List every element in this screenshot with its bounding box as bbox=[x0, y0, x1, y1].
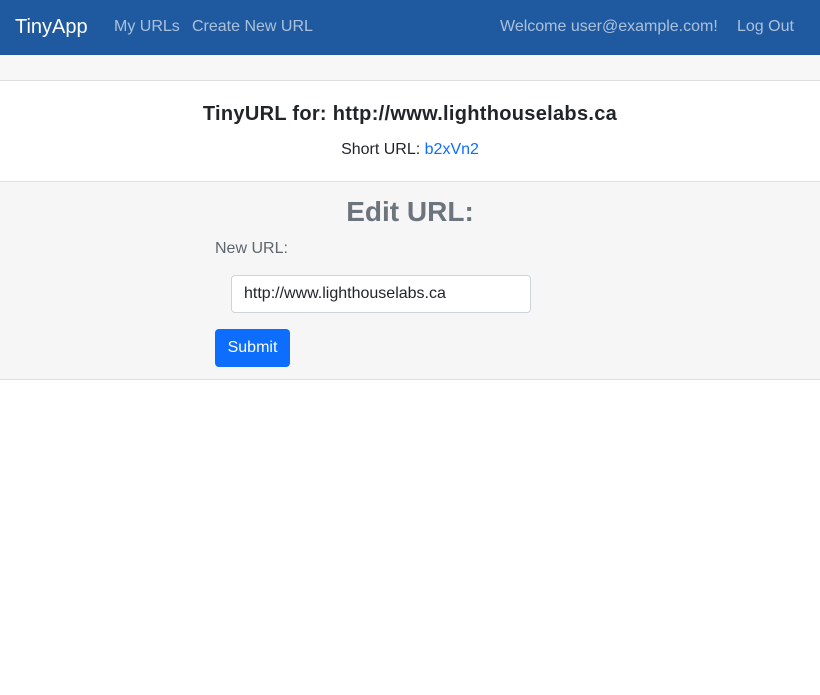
edit-url-heading: Edit URL: bbox=[346, 196, 474, 227]
card-header-strip bbox=[0, 55, 820, 81]
new-url-input[interactable] bbox=[231, 275, 531, 313]
url-card-title: TinyURL for: http://www.lighthouselabs.c… bbox=[202, 103, 618, 125]
brand-link[interactable]: TinyApp bbox=[15, 15, 88, 39]
short-url-line: Short URL: b2xVn2 bbox=[0, 140, 820, 160]
short-url-link[interactable]: b2xVn2 bbox=[425, 141, 479, 158]
url-card: TinyURL for: http://www.lighthouselabs.c… bbox=[0, 81, 820, 182]
top-navbar: TinyApp My URLs Create New URL Welcome u… bbox=[0, 0, 820, 55]
logout-link[interactable]: Log Out bbox=[737, 17, 794, 37]
welcome-text: Welcome user@example.com! bbox=[500, 18, 718, 35]
new-url-label: New URL: bbox=[215, 240, 288, 257]
short-url-label: Short URL: bbox=[341, 141, 421, 158]
nav-create-url-link[interactable]: Create New URL bbox=[192, 17, 313, 37]
edit-url-section: Edit URL: New URL: Submit bbox=[0, 182, 820, 380]
nav-my-urls-link[interactable]: My URLs bbox=[114, 17, 180, 37]
submit-button[interactable]: Submit bbox=[215, 329, 290, 367]
